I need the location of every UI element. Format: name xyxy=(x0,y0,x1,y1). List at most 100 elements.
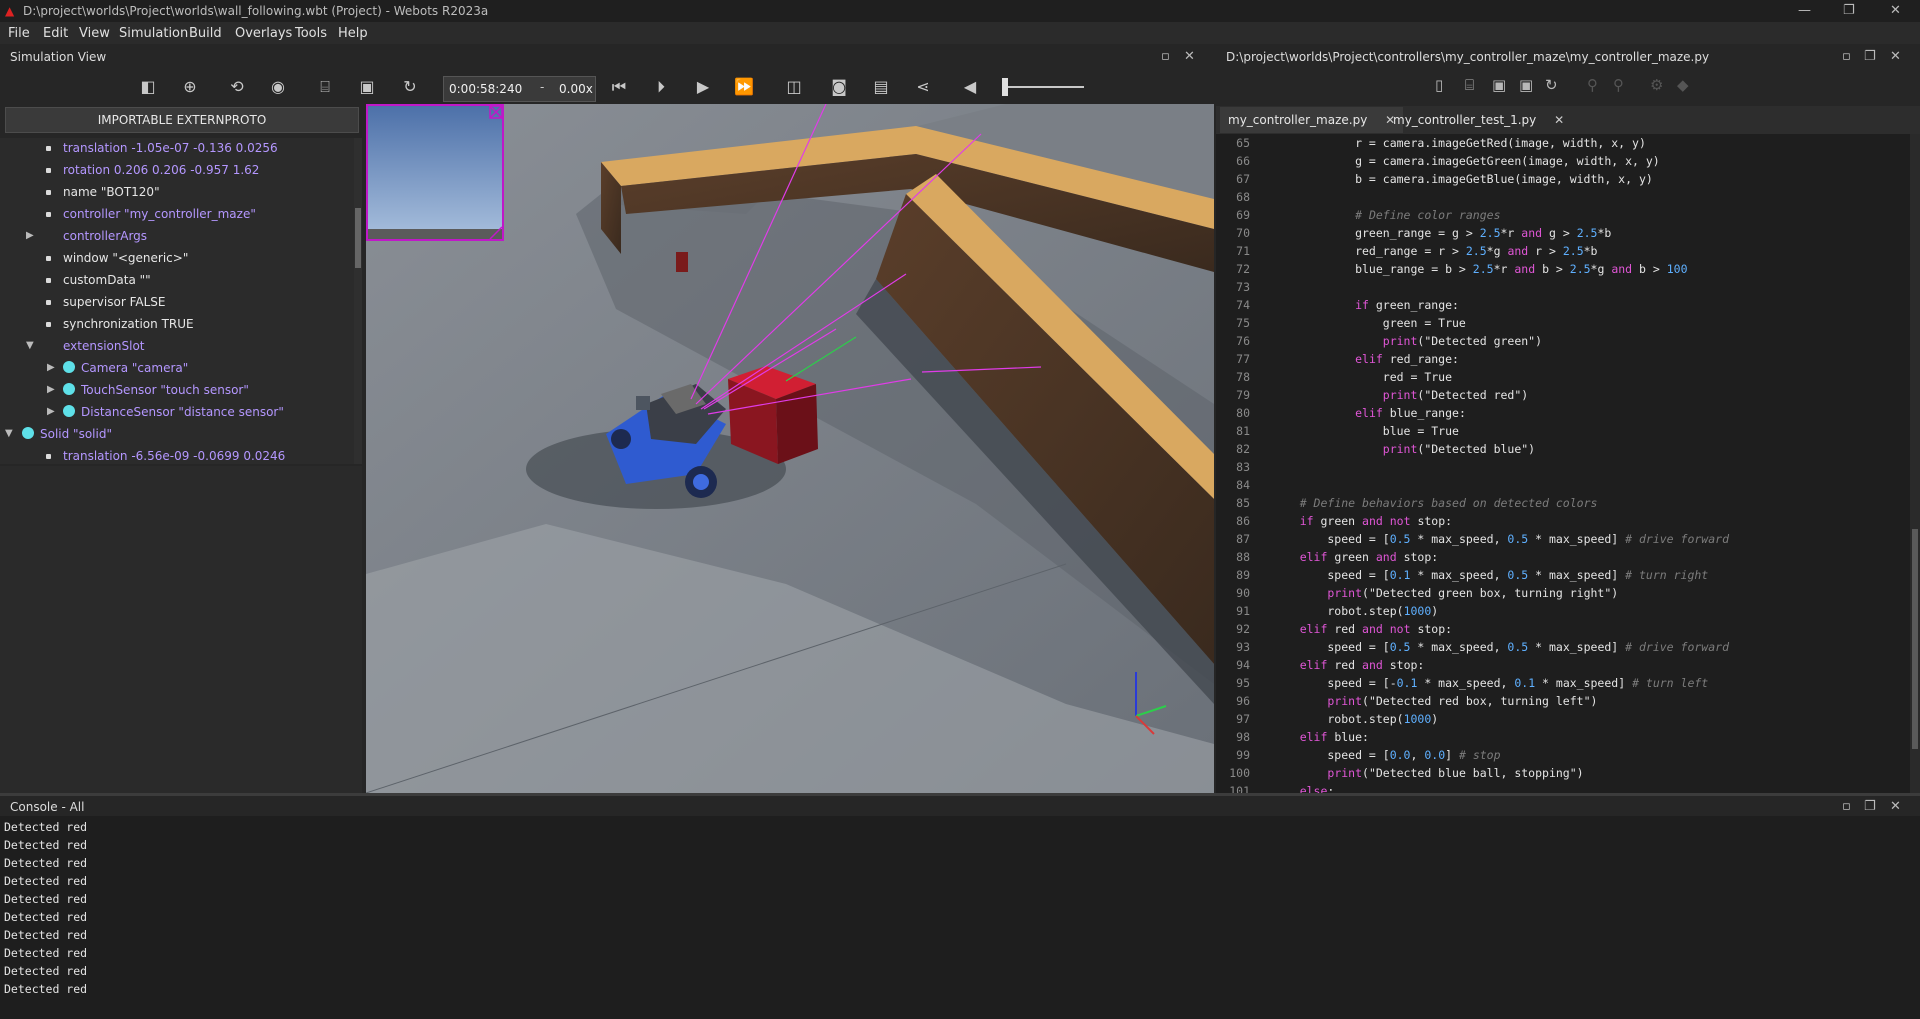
code-line[interactable]: elif blue: xyxy=(1272,730,1369,744)
collapse-arrow-icon[interactable]: ▼ xyxy=(26,340,34,351)
code-line[interactable]: elif green and stop: xyxy=(1272,550,1439,564)
code-line[interactable]: print("Detected blue") xyxy=(1272,442,1535,456)
tree-node[interactable]: controllerArgs xyxy=(63,229,147,243)
new-file-icon[interactable]: ▯ xyxy=(1435,76,1443,94)
code-line[interactable]: speed = [-0.1 * max_speed, 0.1 * max_spe… xyxy=(1272,676,1708,690)
tree-node[interactable]: translation -1.05e-07 -0.136 0.0256 xyxy=(63,141,278,155)
tree-node[interactable]: supervisor FALSE xyxy=(63,295,165,309)
save-as-icon[interactable]: ▣ xyxy=(1519,76,1533,94)
code-line[interactable]: print("Detected red") xyxy=(1272,388,1528,402)
tab-my-controller-maze[interactable]: my_controller_maze.py ✕ xyxy=(1220,107,1404,133)
play-icon[interactable]: ▶ xyxy=(691,76,715,98)
expand-arrow-icon[interactable]: ▶ xyxy=(47,406,55,417)
tree-node[interactable]: DistanceSensor "distance sensor" xyxy=(81,405,284,419)
code-line[interactable]: else: xyxy=(1272,784,1335,793)
importable-externproto-button[interactable]: IMPORTABLE EXTERNPROTO xyxy=(5,107,359,133)
code-line[interactable]: red_range = r > 2.5*g and r > 2.5*b xyxy=(1272,244,1597,258)
float-panel-icon[interactable]: ▫ xyxy=(1842,799,1851,814)
tree-node[interactable]: synchronization TRUE xyxy=(63,317,194,331)
code-line[interactable]: print("Detected green box, turning right… xyxy=(1272,586,1618,600)
save-icon[interactable]: ▣ xyxy=(1492,76,1506,94)
menu-edit[interactable]: Edit xyxy=(43,26,68,41)
replace-icon[interactable]: ⚲ xyxy=(1613,76,1624,94)
console-output[interactable]: Detected red Detected red Detected red Dete… xyxy=(0,816,1920,1019)
tree-node[interactable]: controller "my_controller_maze" xyxy=(63,207,256,221)
code-line[interactable]: speed = [0.5 * max_speed, 0.5 * max_spee… xyxy=(1272,532,1729,546)
code-line[interactable]: elif red and not stop: xyxy=(1272,622,1452,636)
collapse-arrow-icon[interactable]: ▼ xyxy=(5,428,13,439)
tab-my-controller-test-1[interactable]: my_controller_test_1.py ✕ xyxy=(1385,107,1572,133)
tree-node[interactable]: rotation 0.206 0.206 -0.957 1.62 xyxy=(63,163,259,177)
rendering-toggle-icon[interactable]: ◫ xyxy=(782,76,806,98)
movie-icon[interactable]: ▤ xyxy=(869,76,893,98)
volume-slider[interactable] xyxy=(1002,78,1084,96)
code-line[interactable]: print("Detected red box, turning left") xyxy=(1272,694,1597,708)
toggle-scene-tree-icon[interactable]: ◧ xyxy=(136,76,160,98)
code-line[interactable]: robot.step(1000) xyxy=(1272,604,1438,618)
open-file-icon[interactable]: ⌸ xyxy=(1465,76,1474,94)
editor-scrollbar[interactable] xyxy=(1910,134,1920,793)
code-editor[interactable]: 65 r = camera.imageGetRed(image, width, … xyxy=(1216,134,1920,793)
fast-forward-icon[interactable]: ⏩ xyxy=(732,76,756,98)
code-line[interactable]: r = camera.imageGetRed(image, width, x, … xyxy=(1272,136,1646,150)
maximize-button[interactable]: ❐ xyxy=(1843,3,1855,18)
tree-scrollbar-thumb[interactable] xyxy=(355,208,361,268)
expand-arrow-icon[interactable]: ▶ xyxy=(47,384,55,395)
find-icon[interactable]: ⚲ xyxy=(1587,76,1598,94)
open-world-icon[interactable]: ⌸ xyxy=(313,76,337,98)
save-world-icon[interactable]: ▣ xyxy=(355,76,379,98)
code-line[interactable]: speed = [0.5 * max_speed, 0.5 * max_spee… xyxy=(1272,640,1729,654)
code-line[interactable]: green = True xyxy=(1272,316,1466,330)
code-line[interactable]: elif blue_range: xyxy=(1272,406,1466,420)
reset-simulation-icon[interactable]: ⏮ xyxy=(607,76,631,98)
close-panel-icon[interactable]: ✕ xyxy=(1890,799,1901,814)
revert-icon[interactable]: ↻ xyxy=(1545,76,1558,94)
menu-tools[interactable]: Tools xyxy=(295,26,327,41)
menu-overlays[interactable]: Overlays xyxy=(235,26,292,41)
clean-icon[interactable]: ◆ xyxy=(1677,76,1689,94)
code-line[interactable]: if green and not stop: xyxy=(1272,514,1452,528)
code-line[interactable]: if green_range: xyxy=(1272,298,1459,312)
build-gear-icon[interactable]: ⚙ xyxy=(1650,76,1663,94)
menu-file[interactable]: File xyxy=(8,26,30,41)
3d-viewport[interactable] xyxy=(366,104,1214,793)
float-panel-icon[interactable]: ▫ xyxy=(1161,49,1170,64)
expand-arrow-icon[interactable]: ▶ xyxy=(26,230,34,241)
menu-simulation[interactable]: Simulation xyxy=(119,26,188,41)
reset-view-icon[interactable]: ⟲ xyxy=(225,76,249,98)
tree-node[interactable]: customData "" xyxy=(63,273,151,287)
close-window-button[interactable]: ✕ xyxy=(1890,3,1901,18)
volume-slider-handle[interactable] xyxy=(1002,78,1008,96)
tree-node[interactable]: TouchSensor "touch sensor" xyxy=(81,383,249,397)
tree-node[interactable]: translation -6.56e-09 -0.0699 0.0246 xyxy=(63,449,285,463)
code-line[interactable]: blue = True xyxy=(1272,424,1459,438)
tab-close-icon[interactable]: ✕ xyxy=(1554,113,1564,127)
code-line[interactable]: elif red_range: xyxy=(1272,352,1459,366)
step-icon[interactable]: ⏵ xyxy=(649,76,673,98)
close-panel-icon[interactable]: ✕ xyxy=(1890,49,1901,64)
expand-arrow-icon[interactable]: ▶ xyxy=(47,362,55,373)
mute-sound-icon[interactable]: ◀ xyxy=(958,76,982,98)
tree-node[interactable]: extensionSlot xyxy=(63,339,145,353)
code-line[interactable]: speed = [0.0, 0.0] # stop xyxy=(1272,748,1500,762)
code-line[interactable]: speed = [0.1 * max_speed, 0.5 * max_spee… xyxy=(1272,568,1708,582)
code-line[interactable]: g = camera.imageGetGreen(image, width, x… xyxy=(1272,154,1660,168)
code-line[interactable]: b = camera.imageGetBlue(image, width, x,… xyxy=(1272,172,1653,186)
minimize-button[interactable]: — xyxy=(1798,3,1811,18)
view-eye-icon[interactable]: ◉ xyxy=(266,76,290,98)
screenshot-icon[interactable]: ◙ xyxy=(827,76,851,98)
code-line[interactable]: green_range = g > 2.5*r and g > 2.5*b xyxy=(1272,226,1611,240)
code-line[interactable]: elif red and stop: xyxy=(1272,658,1425,672)
code-line[interactable]: robot.step(1000) xyxy=(1272,712,1438,726)
maximize-panel-icon[interactable]: ❐ xyxy=(1864,799,1876,814)
tree-node[interactable]: window "<generic>" xyxy=(63,251,188,265)
menu-view[interactable]: View xyxy=(79,26,110,41)
close-panel-icon[interactable]: ✕ xyxy=(1184,49,1195,64)
reload-world-icon[interactable]: ↻ xyxy=(398,76,422,98)
code-line[interactable]: print("Detected green") xyxy=(1272,334,1542,348)
menu-build[interactable]: Build xyxy=(189,26,222,41)
share-icon[interactable]: ⋖ xyxy=(911,76,935,98)
editor-scrollbar-thumb[interactable] xyxy=(1912,529,1918,749)
code-line[interactable]: red = True xyxy=(1272,370,1452,384)
code-line[interactable]: # Define behaviors based on detected col… xyxy=(1272,496,1598,510)
